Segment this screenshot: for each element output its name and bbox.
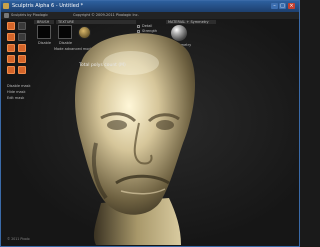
- info-text-1: Sculptris by Pixologic: [11, 13, 49, 17]
- inflate-tool-icon[interactable]: [18, 33, 26, 41]
- window-title: Sculptris Alpha 6 - Untitled *: [12, 3, 84, 9]
- crease-tool-icon[interactable]: [7, 33, 15, 41]
- brush-swatch[interactable]: [37, 25, 51, 39]
- app-icon: [3, 3, 9, 9]
- app-window: Sculptris Alpha 6 - Untitled * – □ × Scu…: [0, 0, 300, 247]
- grab-tool-icon[interactable]: [7, 55, 15, 63]
- title-bar: Sculptris Alpha 6 - Untitled * – □ ×: [1, 1, 299, 12]
- sidebar-item-disable-mask[interactable]: Disable mask: [7, 84, 31, 88]
- pinch-tool-icon[interactable]: [7, 44, 15, 52]
- sidebar-item-hide-mask[interactable]: Hide mask: [7, 90, 26, 94]
- sidebar-item-edit-mask[interactable]: Edit mask: [7, 96, 24, 100]
- mask-tool-icon[interactable]: [18, 66, 26, 74]
- scale-tool-icon[interactable]: [7, 66, 15, 74]
- brush-label: BRUSH: [37, 20, 50, 24]
- info-text-2: Copyright © 2009-2011 Pixologic Inc.: [73, 13, 139, 17]
- draw-tool-icon[interactable]: [7, 22, 15, 30]
- rotate-tool-icon[interactable]: [18, 55, 26, 63]
- close-icon[interactable]: ×: [288, 3, 295, 9]
- brush-swatch-label: Disable: [38, 41, 51, 45]
- logo-icon: [4, 13, 9, 18]
- minimize-icon[interactable]: –: [271, 3, 278, 9]
- footer-text: © 2011 Pixolo: [7, 237, 30, 241]
- flatten-tool-icon[interactable]: [18, 22, 26, 30]
- maximize-icon[interactable]: □: [279, 3, 286, 9]
- sculpt-model[interactable]: [61, 23, 211, 247]
- polycount-overlay: Total polys count (M): [79, 63, 126, 68]
- smooth-tool-icon[interactable]: [18, 44, 26, 52]
